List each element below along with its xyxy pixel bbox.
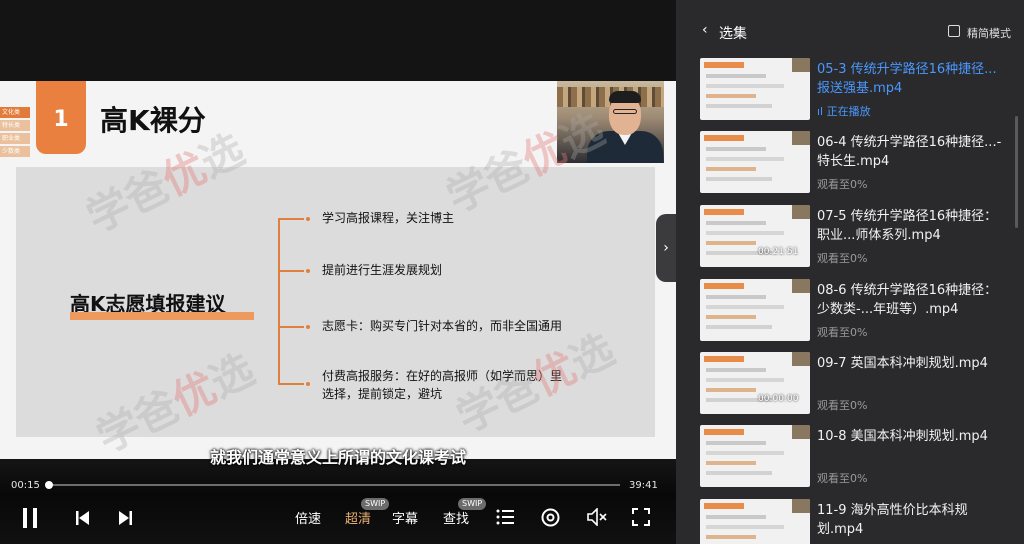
pause-button[interactable] xyxy=(21,508,39,528)
sidebar-scrollbar[interactable] xyxy=(1015,116,1018,228)
episode-thumbnail xyxy=(700,499,810,544)
speed-button[interactable]: 倍速 xyxy=(295,508,321,527)
episode-item[interactable]: 06-4 传统升学路径16种捷径...- 特长生.mp4 观看至0% xyxy=(700,131,1005,193)
total-time: 39:41 xyxy=(629,480,658,491)
branch-line xyxy=(278,383,304,385)
episode-thumbnail: 00:21:51 xyxy=(700,205,810,267)
episode-item[interactable]: 00:00:00 09-7 英国本科冲刺规划.mp4 观看至0% xyxy=(700,352,1005,414)
episode-status: 观看至0% xyxy=(817,472,868,485)
slide-tab: 特长类 xyxy=(0,120,30,131)
pause-icon xyxy=(23,508,37,528)
branch-dot xyxy=(306,382,310,386)
app-root: 文化类 特长类 职业类 少数类 1 高K裸分 高K志愿填报建议 学习高报课程，关… xyxy=(0,0,1024,544)
danmaku-button[interactable] xyxy=(541,508,560,527)
list-icon xyxy=(496,509,514,525)
episode-status: 观看至0% xyxy=(817,178,868,191)
quality-button[interactable]: 超清 xyxy=(345,508,371,527)
branch-text: 提前进行生涯发展规划 xyxy=(322,263,443,277)
episode-title: 05-3 传统升学路径16种捷径... 报送强基.mp4 xyxy=(817,62,997,96)
episode-item[interactable]: 11-9 海外高性价比本科规划.mp4 xyxy=(700,499,1005,544)
episode-item[interactable]: 10-8 美国本科冲刺规划.mp4 观看至0% xyxy=(700,425,1005,487)
chevron-right-icon: › xyxy=(663,240,669,256)
progress-handle[interactable] xyxy=(45,481,54,489)
episode-title: 10-8 美国本科冲刺规划.mp4 xyxy=(817,429,988,444)
episode-status: 观看至0% xyxy=(817,326,868,339)
thumbnail-timestamp: 00:00:00 xyxy=(758,394,799,404)
volume-muted-icon xyxy=(587,508,607,526)
video-frame: 文化类 特长类 职业类 少数类 1 高K裸分 高K志愿填报建议 学习高报课程，关… xyxy=(0,81,676,459)
fullscreen-button[interactable] xyxy=(632,508,650,526)
slide-tab: 职业类 xyxy=(0,133,30,144)
episode-title: 06-4 传统升学路径16种捷径...- 特长生.mp4 xyxy=(817,135,1002,169)
skip-next-icon xyxy=(119,511,132,525)
episode-thumbnail xyxy=(700,58,810,120)
slide-number-badge: 1 xyxy=(36,81,86,154)
branch-text: 学习高报课程，关注博主 xyxy=(322,211,455,225)
episode-status: 观看至0% xyxy=(817,399,868,412)
current-time: 00:15 xyxy=(11,480,40,491)
teacher-hair-shape xyxy=(609,91,641,103)
episode-item[interactable]: 05-3 传统升学路径16种捷径... 报送强基.mp4 ıl 正在播放 xyxy=(700,58,1005,120)
compact-mode-label[interactable]: 精简模式 xyxy=(967,25,1011,41)
teacher-camera-inset xyxy=(557,81,664,163)
episode-thumbnail xyxy=(700,425,810,487)
thumbnail-timestamp: 00:21:51 xyxy=(758,247,799,257)
episode-thumbnail xyxy=(700,279,810,341)
back-chevron-icon[interactable]: ‹ xyxy=(702,22,708,38)
mind-map-panel: 高K志愿填报建议 学习高报课程，关注博主 提前进行生涯发展规划 志愿卡：购买专门… xyxy=(16,167,655,437)
episode-status: ıl 正在播放 xyxy=(817,105,871,118)
search-button[interactable]: 查找 xyxy=(443,508,469,527)
branch-text: 志愿卡：购买专门针对本省的，而非全国通用 xyxy=(322,319,563,333)
slide-title: 高K裸分 xyxy=(100,104,206,137)
caption-button[interactable]: 字幕 xyxy=(392,508,418,527)
target-icon xyxy=(541,508,560,527)
mind-map-trunk xyxy=(278,218,280,384)
slide-tab: 少数类 xyxy=(0,146,30,157)
branch-text: 付费高报服务：在好的高报师（如学而思）里 xyxy=(322,369,563,383)
sidebar-collapse-toggle[interactable]: › xyxy=(656,214,676,282)
playlist-button[interactable] xyxy=(496,509,514,525)
video-player[interactable]: 文化类 特长类 职业类 少数类 1 高K裸分 高K志愿填报建议 学习高报课程，关… xyxy=(0,0,676,544)
sidebar-title: 选集 xyxy=(719,26,747,42)
compact-mode-checkbox[interactable] xyxy=(948,25,960,37)
episode-title: 07-5 传统升学路径16种捷径：职业...师体系列.mp4 xyxy=(817,209,998,243)
sidebar-header: ‹ 选集 精简模式 xyxy=(676,0,1024,54)
branch-text: 选择，提前锁定，避坑 xyxy=(322,387,443,401)
episode-item[interactable]: 08-6 传统升学路径16种捷径：少数类-...年班等）.mp4 观看至0% xyxy=(700,279,1005,341)
episode-title: 09-7 英国本科冲刺规划.mp4 xyxy=(817,356,988,371)
episode-item[interactable]: 00:21:51 07-5 传统升学路径16种捷径：职业...师体系列.mp4 … xyxy=(700,205,1005,267)
slide-category-tabs: 文化类 特长类 职业类 少数类 xyxy=(0,107,30,159)
episode-sidebar: ‹ 选集 精简模式 05-3 传统升学路径16种捷径... 报送强基.mp4 ı… xyxy=(676,0,1024,544)
fullscreen-icon xyxy=(632,508,650,526)
branch-dot xyxy=(306,217,310,221)
episode-title: 08-6 传统升学路径16种捷径：少数类-...年班等）.mp4 xyxy=(817,283,998,317)
branch-dot xyxy=(306,269,310,273)
skip-previous-icon xyxy=(76,511,89,525)
branch-line xyxy=(278,326,304,328)
slide-tab: 文化类 xyxy=(0,107,30,118)
mind-map-underline xyxy=(70,312,254,320)
equalizer-icon: ıl xyxy=(817,105,827,118)
episode-thumbnail xyxy=(700,131,810,193)
player-controls: 00:15 39:41 倍速 SWIP 超清 字幕 SWIP 查找 xyxy=(0,462,676,544)
branch-dot xyxy=(306,325,310,329)
branch-line xyxy=(278,218,304,220)
episode-status: 观看至0% xyxy=(817,252,868,265)
next-button[interactable] xyxy=(117,510,133,526)
previous-button[interactable] xyxy=(75,510,91,526)
branch-line xyxy=(278,270,304,272)
teacher-glasses-shape xyxy=(613,109,637,114)
episode-title: 11-9 海外高性价比本科规划.mp4 xyxy=(817,503,968,537)
episode-thumbnail: 00:00:00 xyxy=(700,352,810,414)
progress-bar[interactable] xyxy=(45,481,620,489)
mute-button[interactable] xyxy=(587,508,607,526)
